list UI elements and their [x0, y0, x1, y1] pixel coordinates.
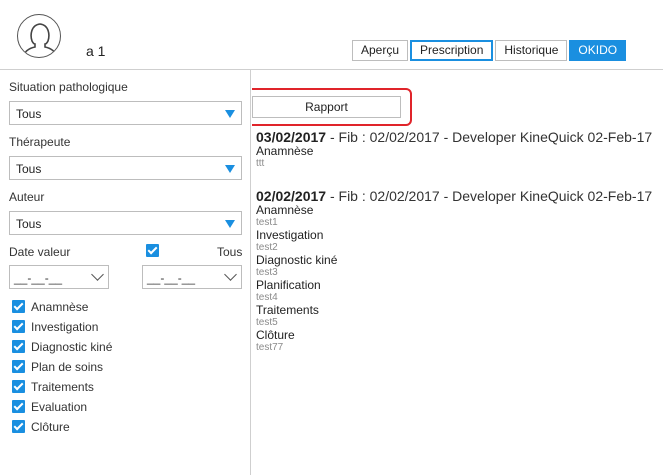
view-tabs: Aperçu Prescription Historique OKIDO — [352, 40, 627, 61]
tab-historique[interactable]: Historique — [495, 40, 568, 61]
filter-label: Investigation — [31, 320, 99, 334]
okido-button[interactable]: OKIDO — [569, 40, 627, 61]
entry-details: - Fib : 02/02/2017 - Developer KineQuick… — [326, 188, 653, 204]
date-to-value: __-__-__ — [147, 271, 196, 285]
checkbox-icon[interactable] — [12, 380, 25, 393]
therapeute-value: Tous — [16, 162, 42, 176]
therapeute-select[interactable]: Tous — [9, 156, 242, 180]
filter-label: Clôture — [31, 420, 70, 434]
caret-down-icon — [225, 110, 235, 118]
section-note: test77 — [256, 342, 284, 353]
situation-value: Tous — [16, 107, 42, 121]
checkbox-icon[interactable] — [12, 360, 25, 373]
section-title: Anamnèse — [256, 144, 314, 158]
checkbox-icon[interactable] — [12, 420, 25, 433]
situation-label: Situation pathologique — [9, 80, 128, 94]
checkbox-icon[interactable] — [12, 300, 25, 313]
date-from-value: __-__-__ — [14, 271, 63, 285]
checkbox-icon[interactable] — [12, 340, 25, 353]
filter-label: Anamnèse — [31, 300, 89, 314]
chevron-down-icon — [224, 268, 237, 281]
filter-label: Diagnostic kiné — [31, 340, 113, 354]
situation-select[interactable]: Tous — [9, 101, 242, 125]
auteur-label: Auteur — [9, 190, 45, 204]
section-title: Anamnèse — [256, 203, 314, 217]
section-title: Planification — [256, 278, 321, 292]
therapeute-label: Thérapeute — [9, 135, 71, 149]
filter-sidebar: Situation pathologique Tous Thérapeute T… — [0, 70, 251, 475]
entry-details: - Fib : 02/02/2017 - Developer KineQuick… — [326, 129, 653, 145]
tous-date-label: Tous — [217, 245, 243, 259]
filter-label: Plan de soins — [31, 360, 104, 374]
date-to-select[interactable]: __-__-__ — [142, 265, 242, 289]
filter-label: Traitements — [31, 380, 94, 394]
entry-date: 03/02/2017 — [256, 129, 327, 145]
checkbox-icon[interactable] — [12, 320, 25, 333]
entry-title: 02/02/2017 - Fib : 02/02/2017 - Develope… — [256, 188, 652, 204]
caret-down-icon — [225, 220, 235, 228]
section-note: test5 — [256, 317, 278, 328]
section-title: Investigation — [256, 228, 324, 242]
date-valeur-label: Date valeur — [9, 245, 71, 259]
entry-date: 02/02/2017 — [256, 188, 327, 204]
date-from-select[interactable]: __-__-__ — [9, 265, 109, 289]
filter-label: Evaluation — [31, 400, 88, 414]
history-entry[interactable]: 02/02/2017 - Fib : 02/02/2017 - Develope… — [256, 188, 652, 354]
entry-title: 03/02/2017 - Fib : 02/02/2017 - Develope… — [256, 129, 652, 145]
header: a 1 Aperçu Prescription Historique OKIDO — [0, 0, 663, 70]
auteur-value: Tous — [16, 217, 42, 231]
checkbox-icon[interactable] — [12, 400, 25, 413]
patient-name: a 1 — [86, 43, 106, 59]
auteur-select[interactable]: Tous — [9, 211, 242, 235]
tab-prescription[interactable]: Prescription — [410, 40, 494, 61]
avatar-icon[interactable] — [17, 14, 61, 58]
caret-down-icon — [225, 165, 235, 173]
tous-date-checkbox[interactable] — [146, 244, 159, 257]
history-panel: Rapport 03/02/2017 - Fib : 02/02/2017 - … — [252, 70, 663, 475]
section-title: Diagnostic kiné — [256, 253, 338, 267]
chevron-down-icon — [91, 268, 104, 281]
tab-apercu[interactable]: Aperçu — [352, 40, 409, 61]
history-entry[interactable]: 03/02/2017 - Fib : 02/02/2017 - Develope… — [256, 129, 652, 170]
section-note: ttt — [256, 158, 265, 169]
section-title: Clôture — [256, 328, 295, 342]
section-title: Traitements — [256, 303, 319, 317]
rapport-button[interactable]: Rapport — [252, 96, 401, 118]
